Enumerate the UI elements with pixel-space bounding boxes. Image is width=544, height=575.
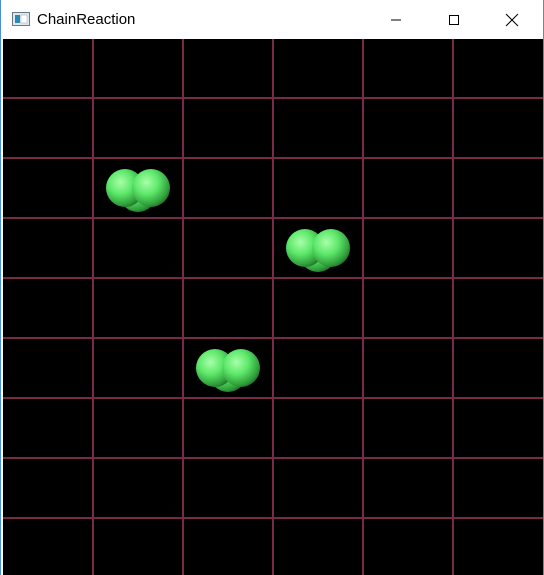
cell-orb-cluster[interactable] (106, 169, 170, 212)
game-board[interactable] (3, 39, 543, 575)
cell-orb-cluster[interactable] (196, 349, 260, 392)
minimize-button[interactable] (373, 0, 419, 39)
window-title: ChainReaction (37, 11, 136, 28)
board-canvas[interactable] (3, 39, 543, 575)
app-window: ChainReaction (0, 0, 544, 575)
maximize-icon (449, 14, 459, 25)
cell-orb-cluster[interactable] (286, 229, 350, 272)
app-icon (12, 12, 30, 26)
title-bar[interactable]: ChainReaction (1, 0, 543, 39)
orb (312, 229, 350, 267)
orb (222, 349, 260, 387)
maximize-button[interactable] (431, 0, 477, 39)
orb (132, 169, 170, 207)
close-button[interactable] (489, 0, 535, 39)
minimize-icon (391, 19, 401, 20)
close-icon (505, 13, 519, 26)
